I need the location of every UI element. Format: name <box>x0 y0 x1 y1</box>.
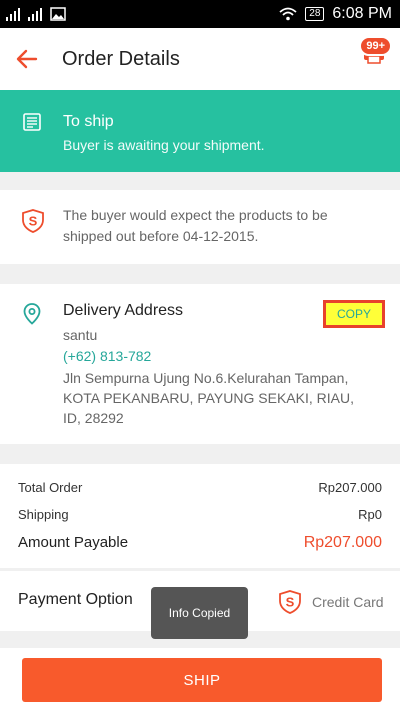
shipping-label: Shipping <box>18 507 69 522</box>
address-text: Jln Sempurna Ujung No.6.Kelurahan Tampan… <box>63 370 354 426</box>
battery-indicator: 28 <box>305 7 325 21</box>
shipping-row: Shipping Rp0 <box>18 507 382 522</box>
total-order-row: Total Order Rp207.000 <box>18 480 382 495</box>
signal-icon-2 <box>28 7 42 21</box>
shield-icon: S <box>279 590 301 614</box>
copy-button[interactable]: COPY <box>323 300 385 328</box>
amount-payable-value: Rp207.000 <box>303 534 382 551</box>
ship-button[interactable]: SHIP <box>22 658 382 702</box>
total-order-value: Rp207.000 <box>318 480 382 495</box>
payment-option-label: Payment Option <box>18 591 133 608</box>
wifi-icon <box>279 7 297 21</box>
payment-option-value: Credit Card <box>312 594 384 610</box>
svg-text:S: S <box>286 595 295 610</box>
status-time: 6:08 PM <box>332 5 392 22</box>
shipping-value: Rp0 <box>358 507 382 522</box>
amount-payable-row: Amount Payable Rp207.000 <box>18 534 382 552</box>
signal-icon <box>6 7 20 21</box>
image-icon <box>50 7 66 21</box>
delivery-address-title: Delivery Address <box>63 302 184 319</box>
status-bar: 28 6:08 PM <box>0 0 400 28</box>
footer-bar: SHIP <box>0 648 400 711</box>
recipient-name: santu <box>63 327 98 343</box>
location-pin-icon <box>23 303 41 325</box>
order-status-subtitle: Buyer is awaiting your shipment. <box>63 137 265 153</box>
app-bar: Order Details 99+ <box>0 28 400 90</box>
amount-payable-label: Amount Payable <box>18 534 129 551</box>
order-status-title: To ship <box>63 113 114 130</box>
recipient-phone[interactable]: (+62) 813-782 <box>63 348 151 364</box>
back-arrow-icon[interactable] <box>16 48 38 70</box>
page-title: Order Details <box>62 47 180 70</box>
total-order-label: Total Order <box>18 480 83 495</box>
order-status-banner: To ship Buyer is awaiting your shipment. <box>0 90 400 172</box>
info-copied-toast: Info Copied <box>151 587 248 639</box>
svg-text:S: S <box>29 214 38 229</box>
notification-badge: 99+ <box>359 36 392 56</box>
document-icon <box>23 113 41 131</box>
notice-text: The buyer would expect the products to b… <box>63 207 328 244</box>
ship-deadline-notice: S The buyer would expect the products to… <box>0 190 400 264</box>
order-totals-card: Total Order Rp207.000 Shipping Rp0 Amoun… <box>0 464 400 568</box>
shield-icon: S <box>22 209 44 233</box>
